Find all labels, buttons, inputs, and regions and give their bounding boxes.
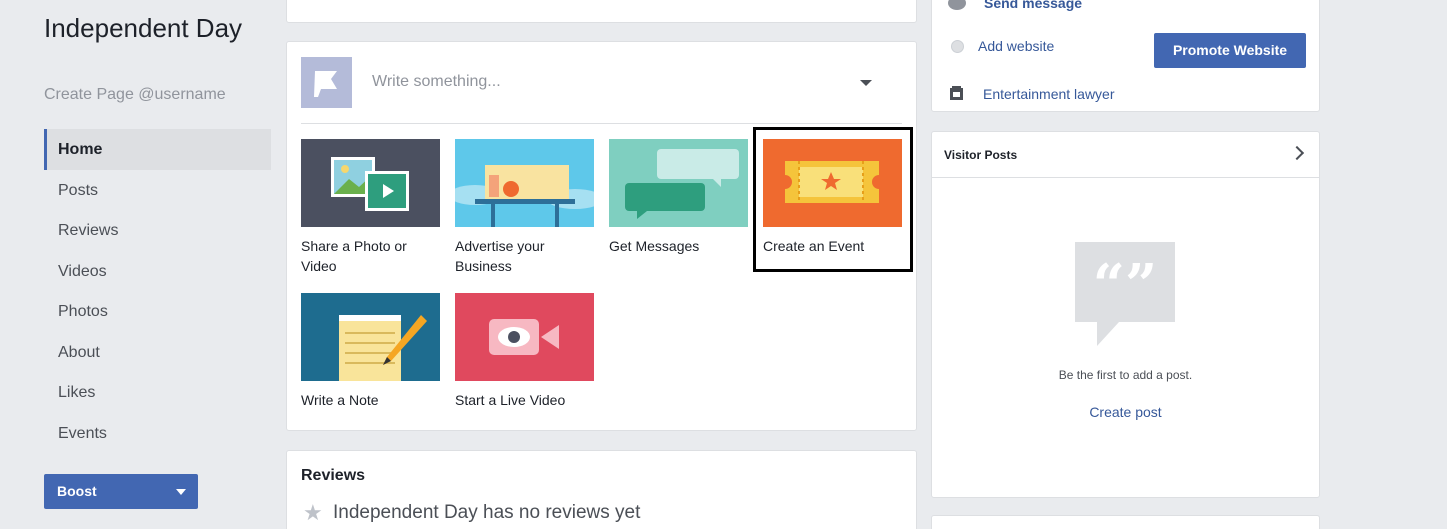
nav-item-reviews[interactable]: Reviews (44, 210, 271, 251)
next-card (931, 515, 1320, 529)
page-avatar (301, 57, 352, 108)
nav-item-videos[interactable]: Videos (44, 251, 271, 292)
nav-item-home[interactable]: Home (44, 129, 271, 170)
star-icon: ★ (303, 500, 323, 525)
composer-input[interactable]: Write something... (372, 73, 501, 91)
tile-label: Write a Note (301, 392, 379, 408)
tile-label: Start a Live Video (455, 392, 566, 408)
quote-bubble-icon: “” (1075, 242, 1175, 346)
event-highlight-box (753, 127, 913, 272)
tile-get-messages[interactable]: Get Messages (609, 139, 748, 256)
caret-down-icon[interactable] (176, 489, 186, 495)
boost-button[interactable]: Boost (44, 474, 198, 509)
add-website-link[interactable]: Add website (978, 38, 1054, 54)
note-icon (301, 293, 440, 381)
nav-item-events[interactable]: Events (44, 413, 271, 454)
reviews-card: Reviews ★ Independent Day has no reviews… (286, 450, 917, 529)
reviews-title: Reviews (301, 467, 366, 484)
tile-advertise-business[interactable]: Advertise your Business (455, 139, 594, 276)
messenger-icon (948, 0, 966, 10)
nav-item-about[interactable]: About (44, 332, 271, 373)
messages-icon (609, 139, 748, 227)
page-category[interactable]: Entertainment lawyer (983, 86, 1115, 102)
create-post-link[interactable]: Create post (932, 404, 1319, 420)
caret-down-icon[interactable] (860, 80, 872, 86)
visitor-posts-title: Visitor Posts (944, 148, 1018, 162)
flag-icon (314, 71, 337, 97)
visitor-posts-header[interactable]: Visitor Posts (932, 132, 1319, 178)
tile-label: Advertise your Business (455, 238, 545, 274)
reviews-empty-text: Independent Day has no reviews yet (333, 502, 641, 523)
boost-label: Boost (57, 483, 97, 499)
nav-item-photos[interactable]: Photos (44, 291, 271, 332)
visitor-posts-empty-text: Be the first to add a post. (1058, 368, 1193, 382)
page-title: Independent Day (44, 13, 243, 43)
visitor-posts-card: Visitor Posts “” Be the first to add a p… (931, 131, 1320, 498)
divider (301, 123, 902, 124)
previous-card (286, 0, 917, 23)
nav-item-likes[interactable]: Likes (44, 372, 271, 413)
left-sidebar: Independent Day Create Page @username Ho… (0, 0, 272, 529)
chevron-right-icon[interactable] (1289, 145, 1305, 161)
page-info-card: Send message Add website Promote Website… (931, 0, 1320, 112)
tile-share-photo-video[interactable]: Share a Photo or Video (301, 139, 440, 276)
nav-item-posts[interactable]: Posts (44, 170, 271, 211)
create-username-link[interactable]: Create Page @username (44, 86, 226, 104)
advertise-icon (455, 139, 594, 227)
tile-label: Get Messages (609, 238, 700, 254)
tile-label: Share a Photo or Video (301, 238, 407, 274)
category-icon (950, 86, 963, 100)
website-radio-icon (951, 40, 964, 53)
send-message-link[interactable]: Send message (984, 0, 1082, 11)
page-nav: Home Posts Reviews Videos Photos About L… (44, 129, 271, 453)
live-video-icon (455, 293, 594, 381)
svg-text:“”: “” (1093, 252, 1157, 318)
tile-live-video[interactable]: Start a Live Video (455, 293, 594, 410)
promote-website-button[interactable]: Promote Website (1154, 33, 1306, 68)
tile-write-note[interactable]: Write a Note (301, 293, 440, 410)
photo-video-icon (301, 139, 440, 227)
